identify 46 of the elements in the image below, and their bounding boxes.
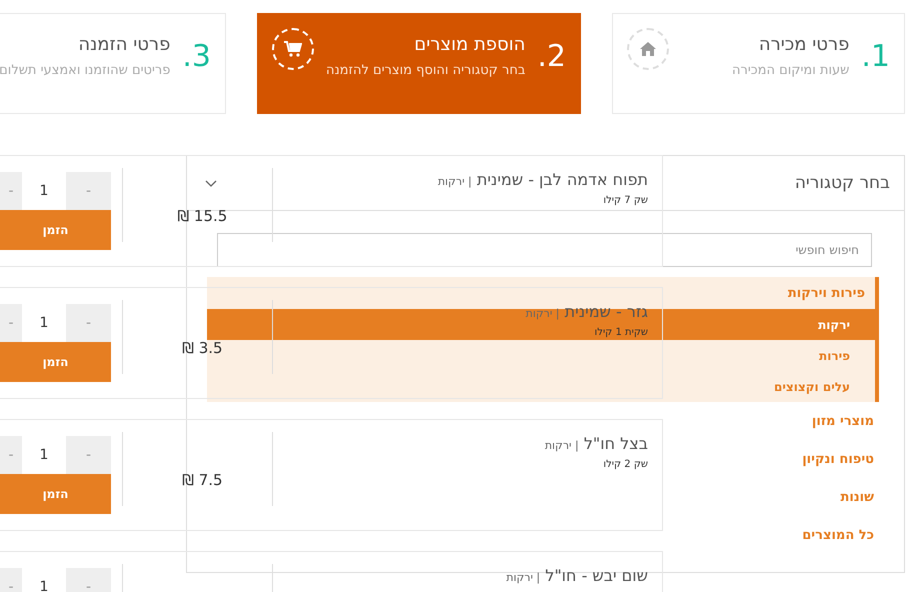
house-icon [640,42,656,56]
decrease-button[interactable]: - [66,436,111,474]
decrease-button[interactable]: - [66,568,111,592]
step-subtitle: פריטים שהוזמנו ואמצעי תשלום [0,63,170,78]
product-price: ₪ 3.5 [182,339,223,357]
category-item[interactable]: שונות [840,490,874,504]
increase-button[interactable]: - [0,172,22,210]
category-item[interactable]: פירות וירקות [788,286,865,300]
decrease-button[interactable]: - [66,172,111,210]
step-number: 2. [537,42,566,72]
product-category: | ירקות [544,439,579,452]
category-item[interactable]: טיפוח ונקיון [802,452,874,466]
decrease-button[interactable]: - [66,304,111,342]
step-title: הוספת מוצרים [413,34,526,55]
product-unit: שק 2 קילו [603,459,648,470]
order-button[interactable]: הזמן [0,342,111,382]
search-field[interactable]: חיפוש חופשי [217,233,872,267]
order-button[interactable]: הזמן [0,210,111,250]
category-item[interactable]: כל המוצרים [802,528,874,542]
chevron-down-icon[interactable] [205,180,217,186]
product-price: ₪ 7.5 [182,471,223,489]
product-category: | ירקות [438,175,472,188]
product-name: שום יבש - חו"ל [545,566,648,585]
subcategory-item[interactable]: פירות [819,348,850,362]
step-subtitle: שעות ומיקום המכירה [731,63,850,78]
increase-button[interactable]: - [0,436,22,474]
step-title: פרטי מכירה [758,34,850,55]
product-name: בצל חו"ל [584,434,648,453]
product-category: | ירקות [526,307,560,320]
order-button[interactable]: הזמן [0,474,111,514]
product-price: ₪ 15.5 [177,207,228,225]
product-name: תפוח אדמה לבן - שמינית [476,170,648,189]
product-unit: שק 7 קילו [603,195,648,206]
step-title: פרטי הזמנה [77,34,170,55]
increase-button[interactable]: - [0,304,22,342]
subcategory-item[interactable]: ירקות [818,318,850,332]
category-item[interactable]: מוצרי מזון [812,414,874,428]
product-category: | ירקות [506,571,540,584]
increase-button[interactable]: - [0,568,22,592]
step-number: 3. [182,42,211,72]
panel-title: בחר קטגוריה [794,173,890,193]
shopping-cart-icon [284,41,302,57]
product-unit: שקית 1 קילו [594,327,648,338]
step-subtitle: בחר קטגוריה והוסף מוצרים להזמנה [326,63,526,78]
subcategory-item[interactable]: עלים וקצוצים [774,380,850,394]
step-number: 1. [861,42,890,72]
